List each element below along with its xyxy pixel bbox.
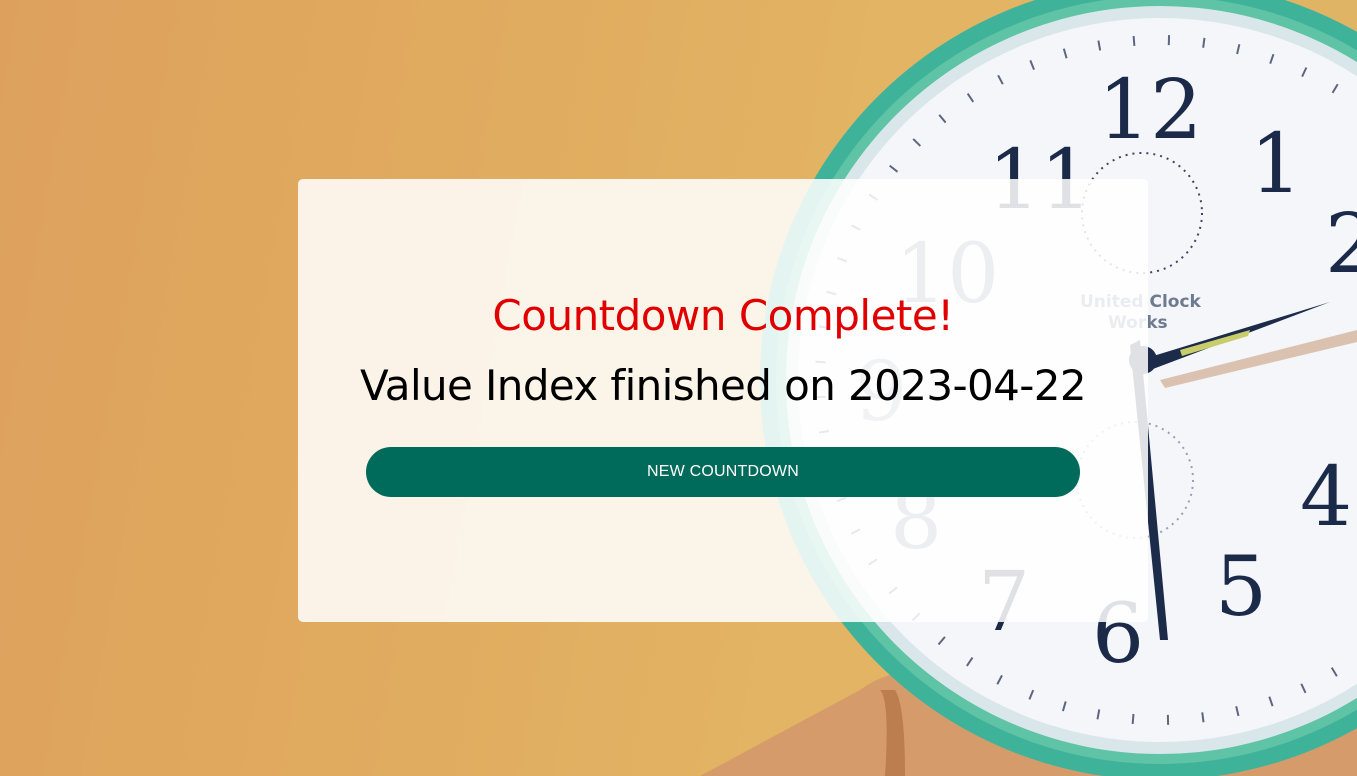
countdown-complete-card: Countdown Complete! Value Index finished…	[298, 179, 1148, 622]
countdown-complete-title: Countdown Complete!	[492, 291, 954, 340]
svg-text:1: 1	[1250, 117, 1302, 212]
countdown-finished-message: Value Index finished on 2023-04-22	[359, 361, 1087, 410]
new-countdown-button[interactable]: NEW COUNTDOWN	[366, 447, 1080, 497]
countdown-page: 12 1 2 11 10 9 8 7 6 5 4 United Clock Wo…	[0, 0, 1357, 776]
svg-text:5: 5	[1215, 540, 1267, 635]
svg-text:12: 12	[1098, 63, 1202, 158]
svg-text:4: 4	[1300, 450, 1352, 545]
svg-text:2: 2	[1325, 197, 1357, 292]
